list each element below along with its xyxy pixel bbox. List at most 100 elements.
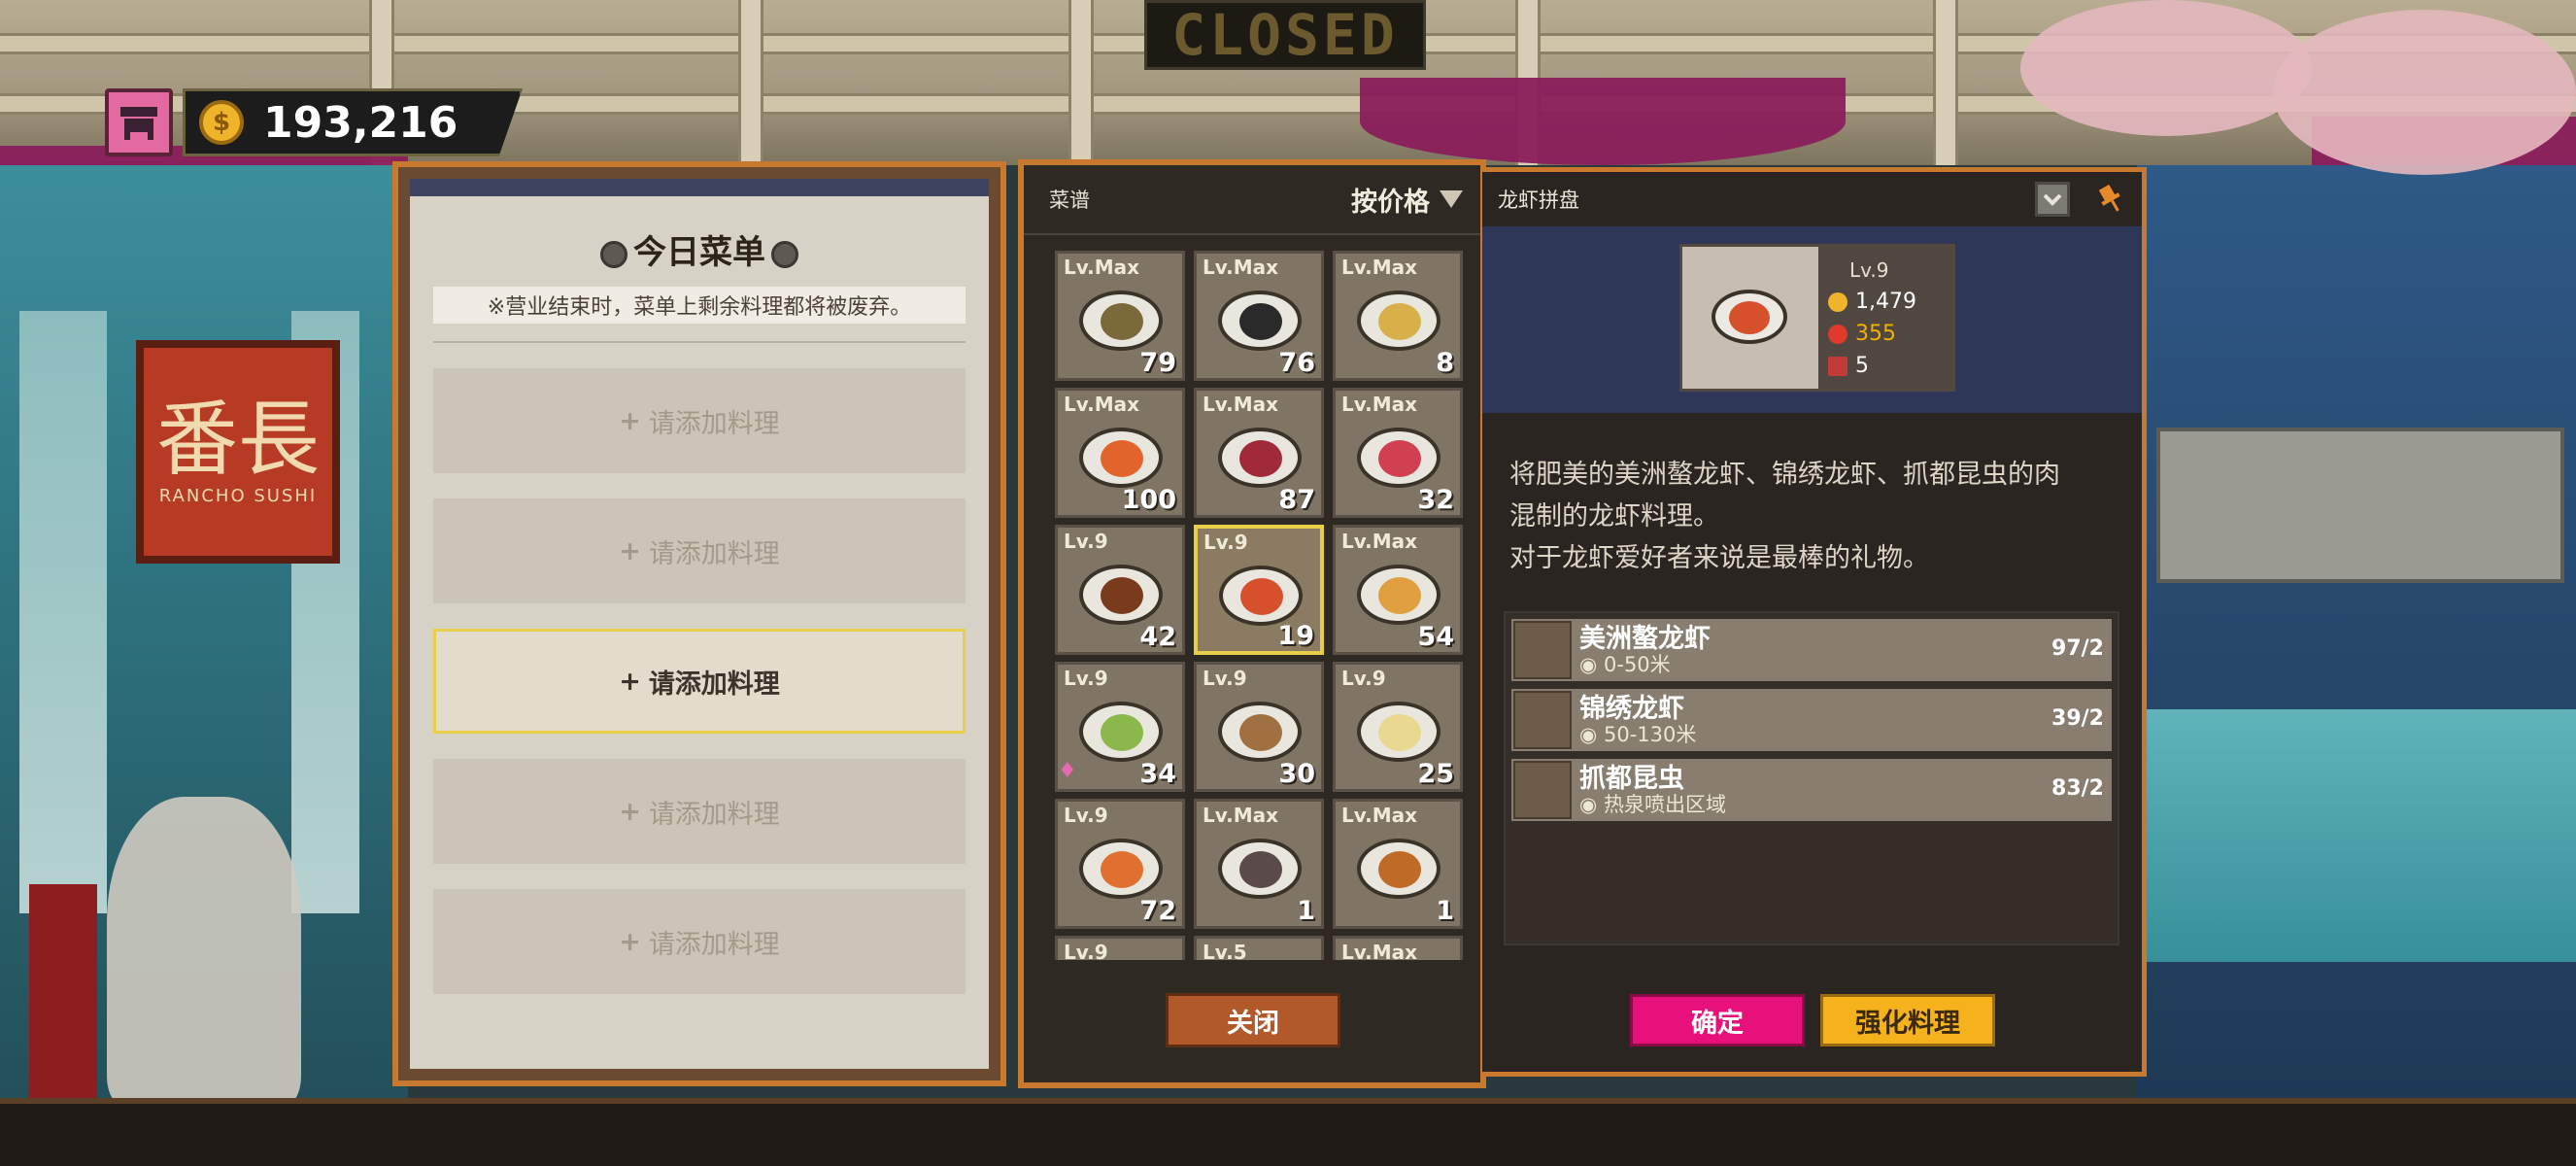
kitchen-hood [2156, 428, 2564, 583]
dish-icon [1357, 702, 1441, 762]
divider [433, 341, 966, 343]
recipe-grid: Lv.Max 79 Lv.Max 76 Lv.Max 8 Lv.Max 100 Lv.Max 87… [1055, 251, 1463, 960]
ingredient-row[interactable]: 锦绣龙虾 ◉ 50-130米 39/2 [1511, 689, 2112, 751]
floor [0, 1098, 2576, 1166]
recipe-card[interactable]: Lv.Max [1333, 936, 1463, 960]
recipe-card[interactable]: Lv.Max 1 [1333, 799, 1463, 929]
recipe-level: Lv.Max [1341, 393, 1418, 416]
recipe-card[interactable]: Lv.Max 32 [1333, 388, 1463, 518]
menu-note: ※营业结束时，菜单上剩余料理都将被废弃。 [433, 287, 966, 324]
recipe-card[interactable]: Lv.9 30 [1194, 662, 1324, 792]
recipe-level: Lv.9 [1064, 804, 1108, 827]
recipe-level: Lv.9 [1203, 531, 1248, 554]
recipe-count: 8 [1436, 348, 1454, 378]
recipe-card[interactable]: Lv.Max 79 [1055, 251, 1185, 381]
recipe-level: Lv.9 [1203, 667, 1247, 690]
plus-icon: + [619, 666, 641, 697]
menu-slot[interactable]: + 请添加料理 [433, 759, 966, 864]
ingredient-name: 抓都昆虫 [1579, 764, 1684, 794]
recipe-card[interactable]: Lv.9 42 [1055, 525, 1185, 655]
menu-slot[interactable]: + 请添加料理 [433, 498, 966, 603]
menu-slot[interactable]: + 请添加料理 [433, 368, 966, 473]
ingredient-name: 美洲螯龙虾 [1579, 624, 1711, 654]
recipe-card[interactable]: Lv.Max 8 [1333, 251, 1463, 381]
recipe-card[interactable]: Lv.9 72 [1055, 799, 1185, 929]
recipe-count: 79 [1139, 348, 1176, 378]
dish-icon [1079, 428, 1163, 488]
recipe-card[interactable]: Lv.9 25 [1333, 662, 1463, 792]
recipe-count: 25 [1417, 759, 1454, 789]
confirm-button[interactable]: 确定 [1630, 994, 1805, 1046]
recipe-card[interactable]: Lv.9 [1055, 936, 1185, 960]
panel-top-strip [410, 179, 989, 196]
recipe-level: Lv.Max [1341, 530, 1418, 553]
detail-header: 龙虾拼盘 [1482, 172, 2142, 226]
recipe-level: Lv.Max [1064, 393, 1140, 416]
ingredient-row[interactable]: 抓都昆虫 ◉ 热泉喷出区域 83/2 [1511, 759, 2112, 821]
ingredient-location: ◉ 50-130米 [1579, 723, 1697, 746]
recipe-card[interactable]: Lv.Max 100 [1055, 388, 1185, 518]
ingredient-row[interactable]: 美洲螯龙虾 ◉ 0-50米 97/2 [1511, 619, 2112, 681]
recipe-card[interactable]: Lv.9 19 [1194, 525, 1324, 655]
sort-dropdown[interactable]: 按价格 [1351, 181, 1463, 219]
curtain [1360, 78, 1846, 165]
cherry-tree [2273, 10, 2576, 175]
recipe-level: Lv.Max [1341, 804, 1418, 827]
coin-display: $ 193,216 [183, 88, 523, 156]
recipe-card[interactable]: Lv.5 [1194, 936, 1324, 960]
menu-title: 今日菜单 [410, 225, 989, 273]
recipe-level: Lv.9 [1064, 667, 1108, 690]
ingredient-icon [1513, 621, 1572, 679]
ingredient-quantity: 83/2 [2051, 776, 2104, 801]
ingredient-quantity: 39/2 [2051, 706, 2104, 731]
recipe-card[interactable]: Lv.Max 87 [1194, 388, 1324, 518]
closed-sign: CLOSED [1144, 0, 1426, 70]
recipe-card[interactable]: Lv.Max 76 [1194, 251, 1324, 381]
recipe-card[interactable]: Lv.Max 1 [1194, 799, 1324, 929]
recipe-card[interactable]: Lv.Max 54 [1333, 525, 1463, 655]
ingredient-name: 锦绣龙虾 [1579, 694, 1684, 724]
recipe-count: 54 [1417, 622, 1454, 652]
recipe-card[interactable]: Lv.9 ♦ 34 [1055, 662, 1185, 792]
plus-icon: + [619, 796, 641, 827]
dish-banner: Lv.9 1,479 355 5 [1482, 226, 2142, 413]
coin-icon: $ [199, 100, 244, 145]
menu-slot[interactable]: + 请添加料理 [433, 629, 966, 734]
dish-description: 将肥美的美洲螯龙虾、锦绣龙虾、抓都昆虫的肉 混制的龙虾料理。 对于龙虾爱好者来说… [1509, 460, 2060, 573]
statue [107, 797, 301, 1108]
dish-icon [1357, 565, 1441, 625]
menu-slot-label: 请添加料理 [648, 408, 780, 439]
recipe-count: 100 [1121, 485, 1176, 515]
menu-slot-label: 请添加料理 [648, 929, 780, 960]
recipe-count: 34 [1139, 759, 1176, 789]
ceiling-post [1068, 0, 1094, 165]
recipe-count: 72 [1139, 896, 1176, 926]
currency-bar: $ 193,216 [105, 86, 523, 159]
serving-icon [1828, 356, 1847, 376]
taste-icon [1828, 324, 1847, 344]
ingredient-icon [1513, 761, 1572, 819]
plus-icon: + [619, 535, 641, 566]
recipe-count: 1 [1436, 896, 1454, 926]
recipe-level: Lv.9 [1064, 941, 1108, 960]
menu-slot-label: 请添加料理 [648, 799, 780, 830]
dish-icon [1079, 839, 1163, 899]
ceiling-post [1933, 0, 1958, 165]
recipe-level: Lv.Max [1203, 804, 1279, 827]
dish-icon [1218, 428, 1302, 488]
dish-icon [1218, 291, 1302, 351]
dish-stats: Lv.9 1,479 355 5 [1818, 247, 1952, 389]
menu-slot[interactable]: + 请添加料理 [433, 889, 966, 994]
menu-slot-label: 请添加料理 [648, 538, 780, 569]
recipe-header: 菜谱 按价格 [1024, 165, 1480, 235]
dish-name: 龙虾拼盘 [1498, 189, 1579, 212]
recipe-level: Lv.Max [1203, 393, 1279, 416]
recipe-count: 1 [1297, 896, 1315, 926]
shop-home-button[interactable] [105, 88, 173, 156]
pin-icon[interactable] [2089, 177, 2133, 221]
todays-menu-panel: 今日菜单 ※营业结束时，菜单上剩余料理都将被废弃。 + 请添加料理 + 请添加料理 + 请… [392, 161, 1006, 1086]
close-button[interactable]: 关闭 [1166, 993, 1340, 1047]
enhance-dish-button[interactable]: 强化料理 [1820, 994, 1995, 1046]
ingredient-list: 美洲螯龙虾 ◉ 0-50米 97/2 锦绣龙虾 ◉ 50-130米 39/2 抓都昆虫 ◉ 热… [1504, 611, 2119, 945]
collapse-icon[interactable] [2035, 182, 2070, 217]
